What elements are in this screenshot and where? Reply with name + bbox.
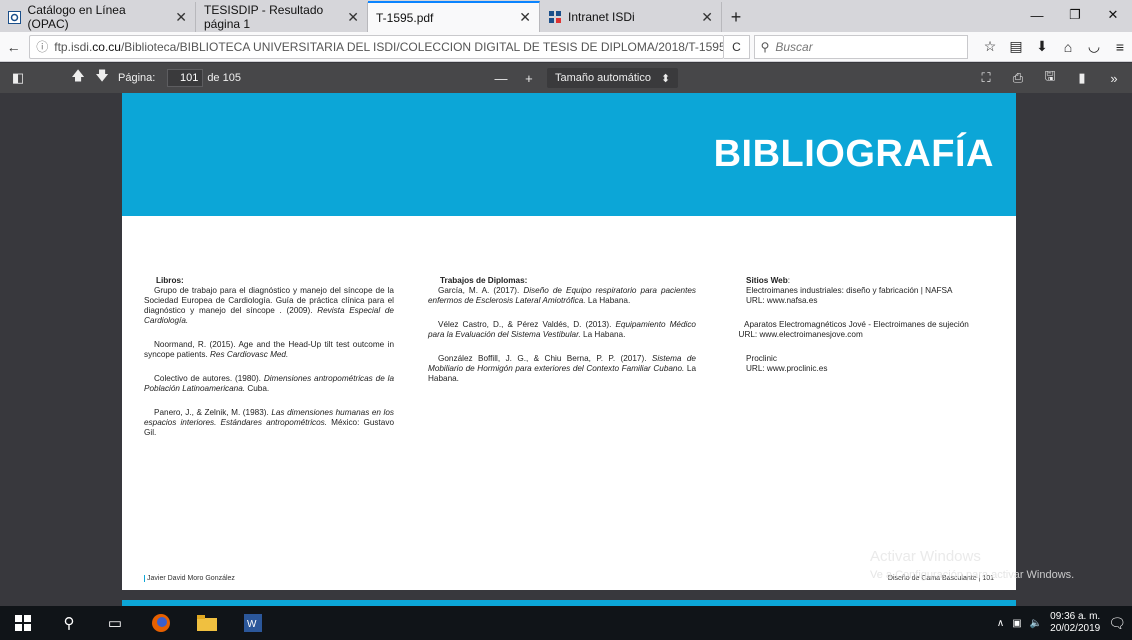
zoom-select[interactable]: Tamaño automático ⬍ (546, 68, 679, 88)
clock-time: 09:36 a. m. (1050, 611, 1101, 622)
pdf-toolbar: ◧ 🡅 🡇 Página: de 105 — + Tamaño automáti… (0, 63, 1132, 93)
system-tray: ∧ ▣ 🔈 09:36 a. m. 20/02/2019 🗨 (997, 611, 1132, 635)
search-icon: ⚲ (760, 39, 770, 54)
word-icon[interactable]: W (230, 606, 276, 640)
zoom-in-icon[interactable]: + (517, 66, 541, 90)
sidebar-toggle-icon[interactable]: ◧ (6, 66, 30, 90)
tab-strip: Catálogo en Línea (OPAC) ✕ TESISDIP - Re… (0, 0, 1132, 32)
close-icon[interactable]: ✕ (165, 9, 187, 26)
reference: Panero, J., & Zelnik, M. (1983). Las dim… (144, 408, 395, 437)
tab-intranet[interactable]: Intranet ISDi ✕ (540, 2, 722, 32)
taskbar: ⚲ ▭ W ∧ ▣ 🔈 09:36 a. m. 20/02/2019 🗨 (0, 606, 1132, 640)
page-number-input[interactable] (167, 69, 204, 87)
bookmark-icon[interactable]: ▮ (1070, 66, 1094, 90)
task-view-icon[interactable]: ▭ (92, 606, 138, 640)
file-explorer-icon[interactable] (184, 606, 230, 640)
previous-page-icon[interactable]: 🡅 (66, 66, 90, 90)
search-placeholder: Buscar (775, 39, 813, 54)
column-websites: Sitios Web: Electroimanes industriales: … (734, 276, 994, 384)
bookmark-star-icon[interactable]: ☆ (978, 35, 1002, 59)
activation-watermark-text: Ve a Configuración para activar Windows. (870, 569, 1075, 581)
clock-date: 20/02/2019 (1050, 623, 1101, 634)
tab-label: TESISDIP - Resultado página 1 (204, 3, 324, 31)
page-title: BIBLIOGRAFÍA (713, 133, 994, 175)
close-icon[interactable]: ✕ (691, 9, 713, 26)
reference: García, M. A. (2017). Diseño de Equipo r… (428, 286, 696, 305)
close-window-icon[interactable]: ✕ (1094, 0, 1132, 30)
url-prefix: ftp.isdi. (54, 39, 93, 54)
column-books: Libros: Grupo de trabajo para el diagnós… (144, 276, 394, 448)
next-page-icon[interactable]: 🡇 (90, 66, 114, 90)
volume-icon[interactable]: 🔈 (1030, 618, 1042, 629)
tab-label: T-1595.pdf (376, 10, 434, 25)
page-label: Página: (118, 72, 156, 84)
url-domain: co.cu (92, 39, 121, 54)
opac-icon (8, 10, 22, 24)
presentation-mode-icon[interactable]: ⛶ (974, 66, 998, 90)
tab-label: Intranet ISDi (568, 10, 635, 24)
info-icon[interactable]: ⓘ (36, 38, 48, 55)
save-icon[interactable]: 🖫 (1038, 66, 1062, 90)
pdf-page: BIBLIOGRAFÍA Libros: Grupo de trabajo pa… (122, 93, 1016, 590)
windows-start-icon[interactable] (0, 606, 46, 640)
zoom-value: Tamaño automático (554, 72, 651, 84)
pdf-actions: ⛶ ⎙ 🖫 ▮ » (974, 66, 1132, 90)
zoom-out-icon[interactable]: — (489, 66, 513, 90)
nav-bar: ← ⓘ ftp.isdi. co.cu/Biblioteca/BIBLIOTECA… (0, 32, 1132, 62)
url-path: /Biblioteca/BIBLIOTECA UNIVERSITARIA DEL… (120, 39, 725, 54)
page-banner: BIBLIOGRAFÍA (122, 93, 1016, 216)
tab-opac[interactable]: Catálogo en Línea (OPAC) ✕ (0, 2, 196, 32)
firefox-icon[interactable] (138, 606, 184, 640)
page-total: de 105 (207, 72, 241, 84)
back-icon[interactable]: ← (0, 34, 27, 60)
reference: Grupo de trabajo para el diagnóstico y m… (144, 286, 394, 325)
close-icon[interactable]: ✕ (509, 9, 531, 26)
tools-chevron-icon[interactable]: » (1102, 66, 1126, 90)
activation-watermark-title: Activar Windows (870, 548, 981, 565)
reference: González Boffill, J. G., & Chiu Berna, P… (428, 354, 696, 383)
col-heading: Libros: (156, 276, 184, 285)
tab-tesisdip[interactable]: TESISDIP - Resultado página 1 ✕ (196, 2, 368, 32)
reference: Proclinic URL: www.proclinic.es (746, 354, 828, 373)
restore-icon[interactable]: ❐ (1056, 0, 1094, 30)
tab-label: Catálogo en Línea (OPAC) (27, 3, 126, 31)
reference: Vélez Castro, D., & Pérez Valdés, D. (20… (428, 320, 696, 339)
network-icon[interactable]: ▣ (1012, 618, 1021, 629)
menu-icon[interactable]: ≡ (1108, 35, 1132, 59)
window-controls: — ❐ ✕ (1018, 0, 1132, 30)
pdf-viewer[interactable]: BIBLIOGRAFÍA Libros: Grupo de trabajo pa… (0, 93, 1132, 606)
toolbar-icons: ☆ ▤ ⬇ ⌂ ◡ ≡ (978, 35, 1132, 59)
col-heading: Trabajos de Diplomas: (440, 276, 528, 285)
notification-icon[interactable]: 🗨 (1108, 615, 1126, 632)
url-bar[interactable]: ⓘ ftp.isdi. co.cu/Biblioteca/BIBLIOTECA U… (29, 34, 725, 59)
reading-list-icon[interactable]: ▤ (1004, 35, 1028, 59)
footer-author: Javier David Moro González (144, 575, 235, 582)
print-icon[interactable]: ⎙ (1006, 66, 1030, 90)
svg-text:W: W (247, 619, 257, 630)
reference: Colectivo de autores. (1980). Dimensione… (144, 374, 394, 393)
download-icon[interactable]: ⬇ (1030, 35, 1054, 59)
reference: Noormand, R. (2015). Age and the Head-Up… (144, 340, 394, 359)
minimize-icon[interactable]: — (1018, 0, 1056, 30)
chevron-up-icon[interactable]: ∧ (997, 618, 1004, 629)
column-theses: Trabajos de Diplomas: García, M. A. (201… (428, 276, 696, 394)
new-tab-button[interactable]: + (722, 2, 750, 32)
clock[interactable]: 09:36 a. m. 20/02/2019 (1050, 611, 1100, 635)
close-icon[interactable]: ✕ (337, 9, 359, 26)
isdi-icon (548, 10, 562, 24)
reference: Aparatos Electromagnéticos Jové - Electr… (734, 320, 969, 339)
search-input[interactable]: ⚲ Buscar (753, 34, 969, 59)
search-icon[interactable]: ⚲ (46, 606, 92, 640)
pocket-icon[interactable]: ◡ (1082, 35, 1106, 59)
home-icon[interactable]: ⌂ (1056, 35, 1080, 59)
col-heading: Sitios Web: (746, 276, 790, 285)
reload-icon[interactable]: C (724, 34, 750, 59)
chevron-updown-icon: ⬍ (660, 72, 671, 85)
reference: Electroimanes industriales: diseño y fab… (746, 286, 953, 305)
tab-pdf[interactable]: T-1595.pdf ✕ (368, 1, 540, 32)
